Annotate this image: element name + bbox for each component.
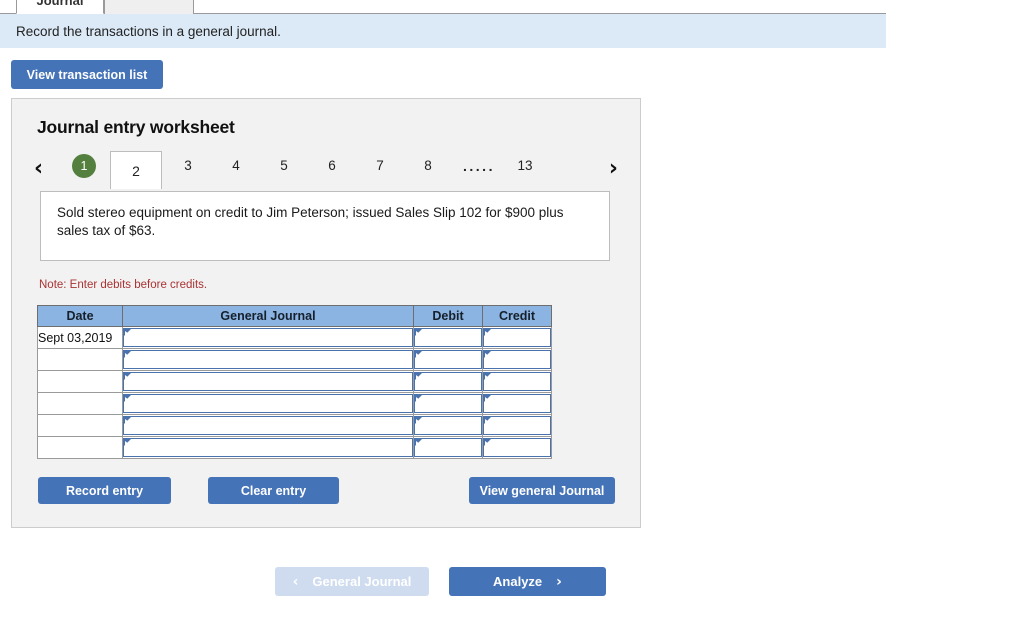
pager-item-7[interactable]: 7	[368, 151, 392, 181]
debits-before-credits-note: Note: Enter debits before credits.	[39, 279, 208, 291]
date-cell[interactable]	[37, 370, 123, 393]
chevron-left-icon: ‹	[292, 573, 299, 590]
general-journal-input[interactable]	[123, 328, 413, 347]
journal-entry-worksheet-panel: Journal entry worksheet ‹ › 1 2 3 4 5 6 …	[11, 98, 641, 528]
worksheet-pager: ‹ › 1 2 3 4 5 6 7 8 ..... 13	[34, 151, 618, 191]
date-cell[interactable]	[37, 348, 123, 371]
general-journal-input-cell[interactable]	[122, 436, 414, 459]
credit-input-cell[interactable]	[482, 414, 552, 437]
instruction-text: Record the transactions in a general jou…	[16, 23, 281, 39]
pager-item-5[interactable]: 5	[272, 151, 296, 181]
date-cell[interactable]	[37, 414, 123, 437]
credit-input-cell[interactable]	[482, 392, 552, 415]
table-row	[37, 436, 552, 459]
debit-input[interactable]	[414, 350, 482, 369]
table-row	[37, 370, 552, 393]
credit-input[interactable]	[483, 438, 551, 457]
tab-journal-label: Journal	[36, 0, 84, 8]
debit-input[interactable]	[414, 372, 482, 391]
general-journal-input-cell[interactable]	[122, 392, 414, 415]
debit-input-cell[interactable]	[413, 436, 483, 459]
general-journal-input-cell[interactable]	[122, 326, 414, 349]
next-analyze-button[interactable]: Analyze ›	[449, 567, 606, 596]
date-cell[interactable]	[37, 392, 123, 415]
debit-input-cell[interactable]	[413, 348, 483, 371]
credit-input-cell[interactable]	[482, 370, 552, 393]
transaction-description-text: Sold stereo equipment on credit to Jim P…	[57, 205, 564, 238]
column-header-credit: Credit	[482, 305, 552, 327]
general-journal-input-cell[interactable]	[122, 348, 414, 371]
general-journal-input-cell[interactable]	[122, 414, 414, 437]
column-header-date: Date	[37, 305, 123, 327]
transaction-description-box: Sold stereo equipment on credit to Jim P…	[40, 191, 610, 261]
credit-input[interactable]	[483, 416, 551, 435]
general-journal-input[interactable]	[123, 350, 413, 369]
general-journal-input[interactable]	[123, 394, 413, 413]
prev-button-label: General Journal	[312, 574, 412, 589]
credit-input[interactable]	[483, 328, 551, 347]
instruction-banner: Record the transactions in a general jou…	[0, 14, 886, 48]
general-journal-input[interactable]	[123, 438, 413, 457]
clear-entry-button[interactable]: Clear entry	[208, 477, 339, 504]
debit-input-cell[interactable]	[413, 370, 483, 393]
tab-journal[interactable]: Journal	[16, 0, 104, 14]
pager-item-4[interactable]: 4	[224, 151, 248, 181]
chevron-right-icon: ›	[556, 573, 562, 590]
credit-input-cell[interactable]	[482, 436, 552, 459]
view-general-journal-button[interactable]: View general Journal	[469, 477, 615, 504]
credit-input[interactable]	[483, 350, 551, 369]
credit-input-cell[interactable]	[482, 326, 552, 349]
pager-item-2[interactable]: 2	[110, 151, 162, 189]
table-row	[37, 392, 552, 415]
record-entry-button[interactable]: Record entry	[38, 477, 171, 504]
tab-secondary[interactable]	[104, 0, 194, 14]
tab-strip: Journal	[0, 0, 886, 14]
debit-input[interactable]	[414, 438, 482, 457]
table-row	[37, 348, 552, 371]
credit-input[interactable]	[483, 394, 551, 413]
general-journal-input-cell[interactable]	[122, 370, 414, 393]
prev-general-journal-button[interactable]: ‹ General Journal	[275, 567, 429, 596]
credit-input[interactable]	[483, 372, 551, 391]
general-journal-input[interactable]	[123, 416, 413, 435]
pager-prev-icon[interactable]: ‹	[34, 155, 43, 183]
pager-next-icon[interactable]: ›	[609, 155, 618, 183]
table-row	[37, 414, 552, 437]
credit-input-cell[interactable]	[482, 348, 552, 371]
view-transaction-list-button[interactable]: View transaction list	[11, 60, 163, 89]
debit-input-cell[interactable]	[413, 392, 483, 415]
date-cell[interactable]	[37, 436, 123, 459]
column-header-debit: Debit	[413, 305, 483, 327]
pager-ellipsis: .....	[463, 158, 495, 174]
pager-item-8[interactable]: 8	[416, 151, 440, 181]
date-cell[interactable]: Sept 03,2019	[37, 326, 123, 349]
column-header-general-journal: General Journal	[122, 305, 414, 327]
next-button-label: Analyze	[493, 574, 543, 589]
pager-item-13[interactable]: 13	[512, 151, 538, 181]
debit-input-cell[interactable]	[413, 414, 483, 437]
table-header-row: Date General Journal Debit Credit	[37, 305, 552, 327]
pager-item-3[interactable]: 3	[176, 151, 200, 181]
debit-input[interactable]	[414, 394, 482, 413]
general-journal-table: Date General Journal Debit Credit Sept 0…	[37, 305, 552, 459]
debit-input[interactable]	[414, 328, 482, 347]
worksheet-title: Journal entry worksheet	[37, 117, 235, 137]
pager-item-6[interactable]: 6	[320, 151, 344, 181]
pager-item-1[interactable]: 1	[72, 154, 96, 178]
debit-input[interactable]	[414, 416, 482, 435]
table-row: Sept 03,2019	[37, 326, 552, 349]
debit-input-cell[interactable]	[413, 326, 483, 349]
general-journal-input[interactable]	[123, 372, 413, 391]
